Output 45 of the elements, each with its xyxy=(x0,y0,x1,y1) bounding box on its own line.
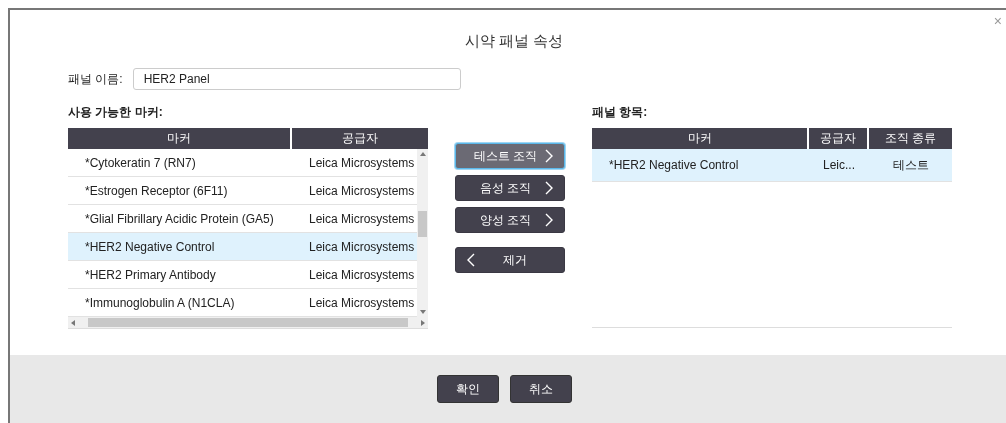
chevron-right-icon xyxy=(545,149,554,163)
chevron-right-icon xyxy=(545,213,554,227)
move-button[interactable]: 테스트 조직 xyxy=(455,143,565,169)
panel-name-field[interactable]: HER2 Panel xyxy=(132,68,461,90)
chevron-right-icon xyxy=(545,181,554,195)
table-cell-text: *Glial Fibrillary Acidic Protein (GA5) xyxy=(84,211,275,226)
horizontal-scrollbar[interactable] xyxy=(68,317,428,328)
table-cell-text: 테스트 xyxy=(891,156,930,174)
dialog-button[interactable]: 확인 xyxy=(436,375,499,403)
table-cell-text: Leica Microsystems xyxy=(308,239,416,254)
move-button[interactable]: 양성 조직 xyxy=(455,207,565,233)
table-cell-text: Leic... xyxy=(822,158,856,172)
dialog-button[interactable]: 취소 xyxy=(509,375,572,403)
scroll-right-icon[interactable] xyxy=(420,319,426,326)
panel-items-heading: 패널 항목: xyxy=(592,104,649,121)
table-cell-text: *Estrogen Receptor (6F11) xyxy=(84,183,229,198)
table-cell-text: Leica Microsystems xyxy=(308,295,416,310)
table-cell-text: Leica Microsystems xyxy=(308,183,416,198)
column-header[interactable]: 조직 종류 xyxy=(869,128,952,149)
table-cell-text: *HER2 Primary Antibody xyxy=(84,267,217,282)
panel-name-label: 패널 이름: xyxy=(68,70,123,88)
column-header[interactable]: 공급자 xyxy=(809,128,869,149)
column-header[interactable]: 마커 xyxy=(68,128,292,149)
scroll-left-icon[interactable] xyxy=(70,319,76,326)
column-header[interactable]: 공급자 xyxy=(292,128,428,149)
chevron-left-icon xyxy=(466,253,475,267)
available-markers-heading: 사용 가능한 마커: xyxy=(68,104,164,121)
table-row[interactable]: *HER2 Negative Control Leica Microsystems xyxy=(68,233,417,261)
table-cell-text: Leica Microsystems xyxy=(308,155,416,170)
table-cell-text: *HER2 Negative Control xyxy=(84,239,216,254)
vertical-scrollbar[interactable] xyxy=(417,149,428,317)
scroll-thumb[interactable] xyxy=(418,211,427,237)
table-cell-text: *HER2 Negative Control xyxy=(608,158,740,172)
table-row[interactable]: *HER2 Negative Control Leic... 테스트 xyxy=(592,149,952,182)
scroll-down-icon[interactable] xyxy=(419,309,426,315)
table-cell-text: Leica Microsystems xyxy=(308,267,416,282)
column-header[interactable]: 마커 xyxy=(592,128,809,149)
table-cell-text: *Immunoglobulin A (N1CLA) xyxy=(84,295,236,310)
scroll-thumb[interactable] xyxy=(88,318,408,327)
scroll-up-icon[interactable] xyxy=(419,151,426,157)
table-cell-text: *Cytokeratin 7 (RN7) xyxy=(84,155,197,170)
move-button[interactable]: 음성 조직 xyxy=(455,175,565,201)
move-button[interactable]: 제거 xyxy=(455,247,565,273)
dialog-title: 시약 패널 속성 xyxy=(463,32,565,51)
table-cell-text: Leica Microsystems xyxy=(308,211,416,226)
